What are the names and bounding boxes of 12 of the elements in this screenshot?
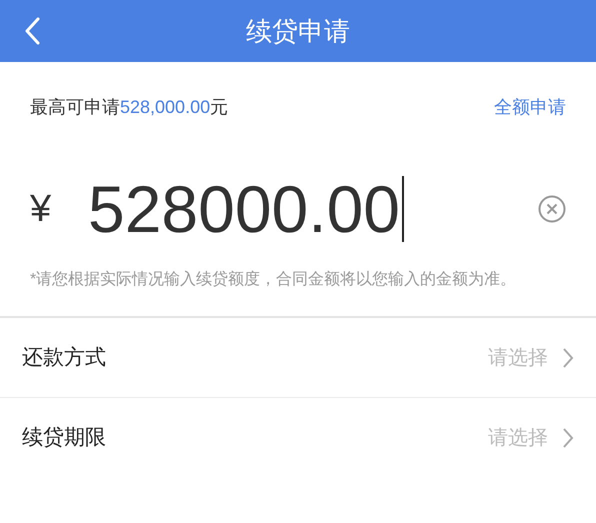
chevron-right-icon[interactable] — [562, 427, 574, 449]
row-label: 续贷期限 — [22, 425, 107, 452]
page-title: 续贷申请 — [246, 14, 350, 48]
back-icon[interactable] — [24, 17, 40, 45]
amount-field[interactable]: 528000.00 — [88, 167, 538, 251]
limit-text: 最高可申请528,000.00元 — [30, 96, 228, 119]
clear-icon[interactable] — [538, 195, 566, 223]
full-amount-link[interactable]: 全额申请 — [494, 94, 566, 121]
chevron-right-icon[interactable] — [562, 346, 574, 368]
row-label: 还款方式 — [22, 344, 107, 371]
currency-symbol: ¥ — [30, 186, 52, 232]
note-text: *请您根据实际情况输入续贷额度，合同金额将以您输入的金额为准。 — [0, 251, 596, 318]
